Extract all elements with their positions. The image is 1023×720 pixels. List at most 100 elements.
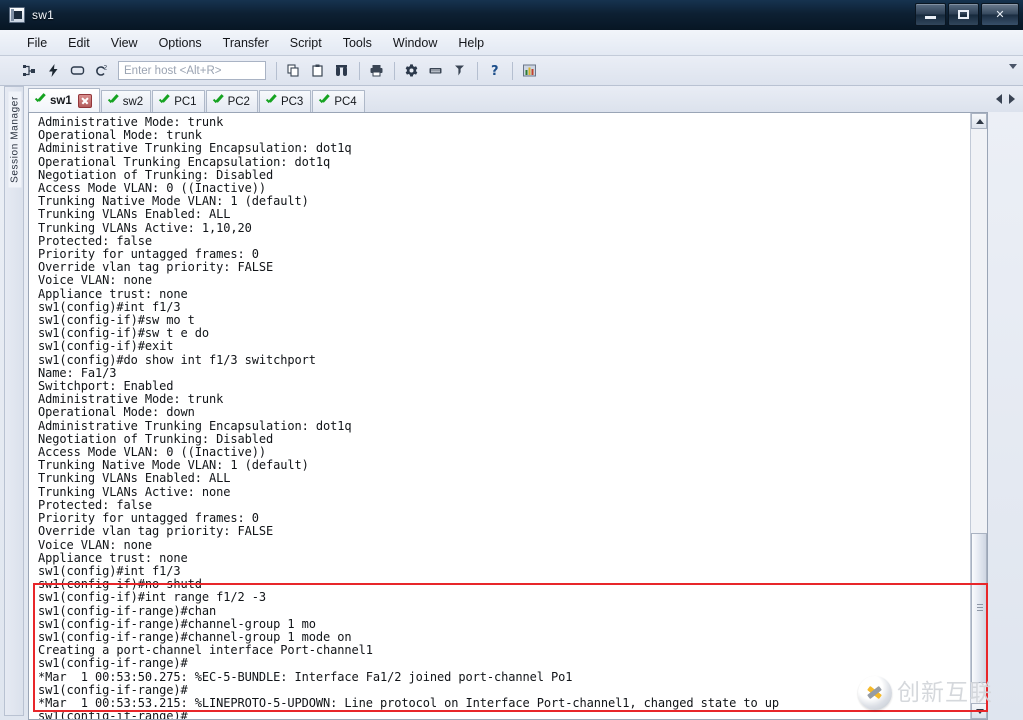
terminal-line: Appliance trust: none <box>38 286 188 301</box>
tab-label: PC2 <box>227 95 250 108</box>
check-icon <box>318 96 331 107</box>
svg-text:?: ? <box>491 64 499 78</box>
tab-bar: sw1 sw2 PC1 PC2 PC3 PC4 <box>28 86 988 112</box>
watermark: 创新互联 <box>858 676 993 710</box>
terminal-line: Trunking VLANs Enabled: ALL <box>38 207 231 222</box>
scroll-up-button[interactable] <box>971 113 987 129</box>
toolbar-separator-2 <box>359 61 360 80</box>
tab-label: PC4 <box>334 95 357 108</box>
session-options-icon[interactable] <box>518 60 541 82</box>
terminal-line: sw1(config-if-range)# <box>38 682 188 697</box>
toolbar-separator-5 <box>512 61 513 80</box>
terminal-line: Administrative Trunking Encapsulation: d… <box>38 141 352 156</box>
terminal-line: Appliance trust: none <box>38 550 188 565</box>
toolbar-separator-3 <box>394 61 395 80</box>
menu-edit[interactable]: Edit <box>59 33 99 53</box>
close-button[interactable]: ✕ <box>981 3 1019 26</box>
terminal-line: Trunking VLANs Active: 1,10,20 <box>38 220 252 235</box>
tab-pc4[interactable]: PC4 <box>312 90 365 112</box>
terminal-line: sw1(config-if-range)# <box>38 656 188 671</box>
window-title: sw1 <box>32 8 54 22</box>
terminal-line: Override vlan tag priority: FALSE <box>38 260 274 275</box>
terminal-line: sw1(config-if-range)#channel-group 1 mo <box>38 616 316 631</box>
host-input[interactable]: Enter host <Alt+R> <box>118 61 266 80</box>
terminal-line: Voice VLAN: none <box>38 273 152 288</box>
menu-tools[interactable]: Tools <box>334 33 381 53</box>
next-tab-icon[interactable] <box>1008 94 1015 104</box>
quick-connect-icon[interactable] <box>42 60 65 82</box>
toolbar-separator-1 <box>276 61 277 80</box>
terminal-output: Administrative Mode: trunk Operational Mo… <box>38 115 969 720</box>
print-icon[interactable] <box>365 60 388 82</box>
tab-navigation <box>987 86 1023 112</box>
key-icon[interactable] <box>448 60 471 82</box>
terminal-line: Trunking VLANs Enabled: ALL <box>38 471 231 486</box>
gear-icon[interactable] <box>400 60 423 82</box>
check-icon <box>212 96 225 107</box>
terminal-window-icon <box>9 7 25 23</box>
menu-window[interactable]: Window <box>384 33 446 53</box>
title-bar: sw1 ✕ <box>0 0 1023 30</box>
reconnect-icon[interactable]: 2 <box>90 60 113 82</box>
menu-script[interactable]: Script <box>281 33 331 53</box>
menu-options[interactable]: Options <box>150 33 211 53</box>
toolbar: 2 Enter host <Alt+R> ? <box>0 56 1023 86</box>
check-icon <box>265 96 278 107</box>
previous-tab-icon[interactable] <box>995 94 1002 104</box>
terminal-line: Override vlan tag priority: FALSE <box>38 524 274 539</box>
check-icon <box>107 96 120 107</box>
tab-label: sw2 <box>122 95 144 108</box>
terminal-line: sw1(config-if-range)#chan <box>38 603 217 618</box>
terminal-line: Operational Trunking Encapsulation: dot1… <box>38 154 331 169</box>
terminal-line: Voice VLAN: none <box>38 537 152 552</box>
terminal-line: sw1(config)#do show int f1/3 switchport <box>38 352 316 367</box>
toolbar-overflow-arrow[interactable] <box>1009 64 1017 69</box>
terminal-line: Administrative Trunking Encapsulation: d… <box>38 418 352 433</box>
menu-transfer[interactable]: Transfer <box>214 33 278 53</box>
help-icon[interactable]: ? <box>483 60 506 82</box>
tab-label: PC1 <box>174 95 197 108</box>
menu-view[interactable]: View <box>102 33 147 53</box>
session-manager-label: Session Manager <box>8 91 22 188</box>
connect-icon[interactable] <box>18 60 41 82</box>
tab-pc3[interactable]: PC3 <box>258 90 312 112</box>
terminal-line: Name: Fa1/3 <box>38 365 117 380</box>
securecrt-window: sw1 ✕ File Edit View Options Transfer Sc… <box>0 0 1023 720</box>
session-manager-rail[interactable]: Session Manager <box>4 86 24 716</box>
terminal-line: sw1(config-if)#sw t e do <box>38 326 209 341</box>
scrollbar-grip <box>977 604 983 612</box>
check-icon <box>34 95 47 106</box>
find-icon[interactable] <box>330 60 353 82</box>
tab-pc1[interactable]: PC1 <box>152 90 205 112</box>
paste-icon[interactable] <box>306 60 329 82</box>
tab-sw2[interactable]: sw2 <box>100 90 152 112</box>
terminal-line: *Mar 1 00:53:50.275: %EC-5-BUNDLE: Inter… <box>38 669 573 684</box>
terminal-line: sw1(config-if-range)# <box>38 709 188 720</box>
menu-help[interactable]: Help <box>449 33 493 53</box>
watermark-text: 创新互联 <box>897 679 993 706</box>
terminal-line: Trunking VLANs Active: none <box>38 484 231 499</box>
scrollbar-thumb[interactable] <box>971 533 987 683</box>
tab-label: PC3 <box>280 95 304 108</box>
check-icon <box>158 96 171 107</box>
connect-in-tab-icon[interactable] <box>66 60 89 82</box>
terminal-line: sw1(config-if)#int range f1/2 -3 <box>38 590 266 605</box>
terminal-line: Operational Mode: down <box>38 405 195 420</box>
keyboard-icon[interactable] <box>424 60 447 82</box>
terminal-scrollbar[interactable] <box>970 113 987 719</box>
minimize-button[interactable] <box>915 3 946 26</box>
tab-sw1[interactable]: sw1 <box>28 88 100 112</box>
toolbar-separator-4 <box>477 61 478 80</box>
watermark-logo-icon <box>858 676 892 710</box>
close-tab-icon[interactable] <box>77 93 92 108</box>
menu-file[interactable]: File <box>18 33 56 53</box>
menu-bar: File Edit View Options Transfer Script T… <box>0 30 1023 56</box>
tab-pc2[interactable]: PC2 <box>205 90 258 112</box>
terminal-pane[interactable]: Administrative Mode: trunk Operational Mo… <box>28 112 988 720</box>
terminal-line: sw1(config-if)#exit <box>38 339 174 354</box>
maximize-button[interactable] <box>948 3 979 26</box>
svg-text:2: 2 <box>104 65 108 72</box>
window-controls: ✕ <box>915 3 1019 26</box>
copy-icon[interactable] <box>282 60 305 82</box>
host-input-placeholder: Enter host <Alt+R> <box>124 64 222 77</box>
